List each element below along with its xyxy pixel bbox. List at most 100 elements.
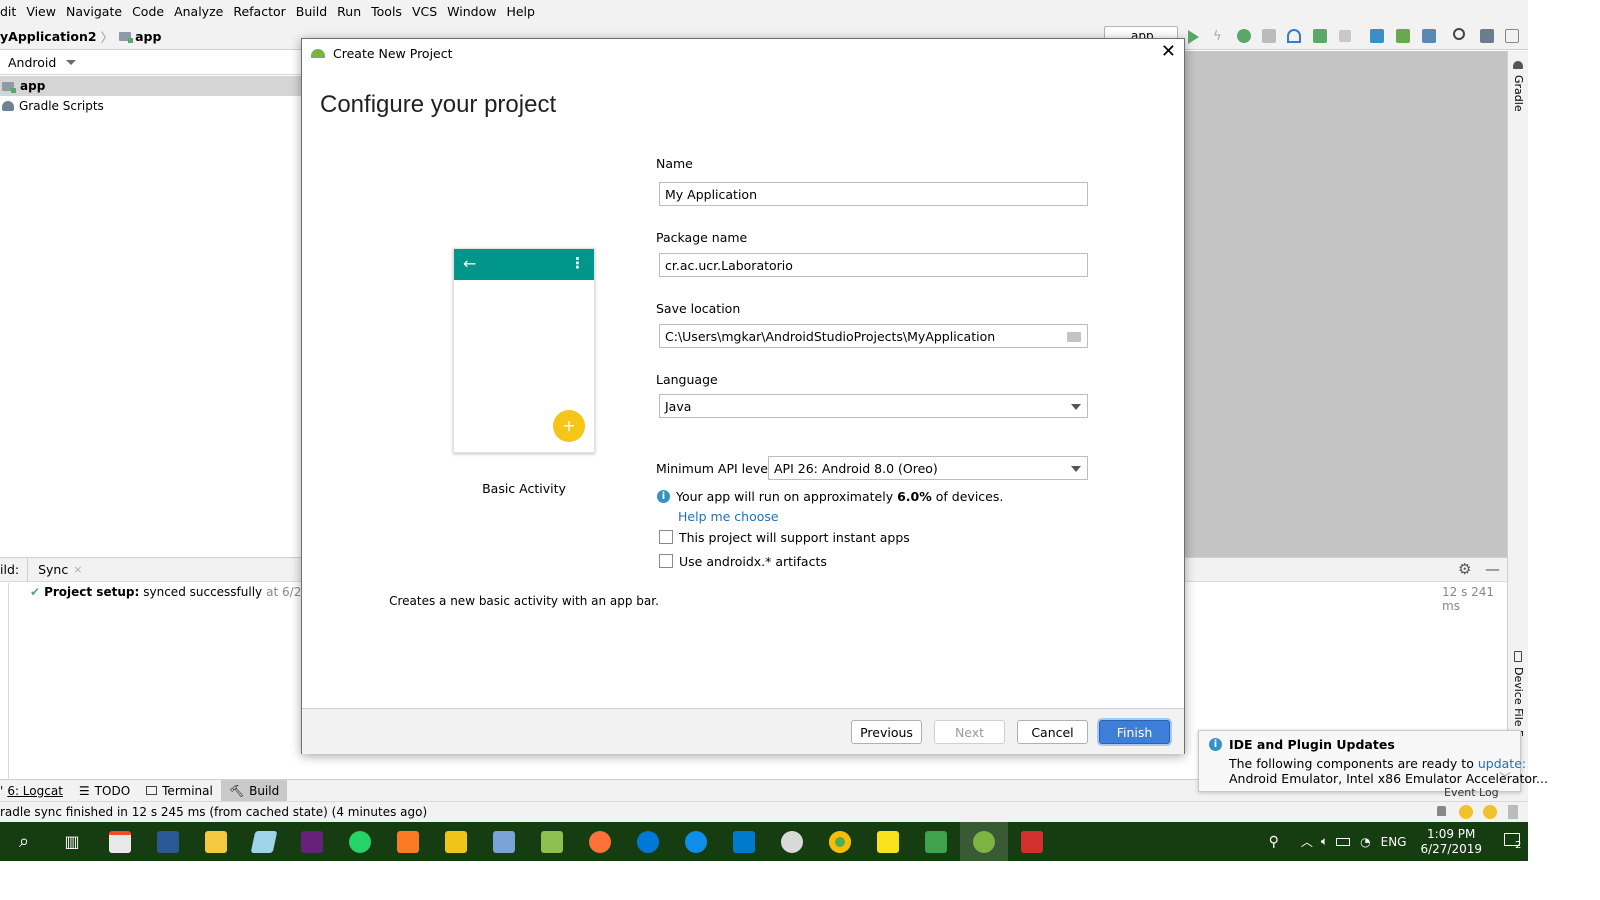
firefox-icon[interactable] [576,822,624,861]
tab-terminal[interactable]: Terminal [138,780,221,802]
smiley-happy-icon[interactable] [1459,805,1473,819]
virtualbox-icon[interactable] [480,822,528,861]
visual-studio-icon[interactable] [288,822,336,861]
settings-gear-icon[interactable]: ⚙ [1458,560,1471,578]
sync-gradle-icon[interactable] [1370,29,1384,43]
folder-browse-icon[interactable] [1067,332,1081,342]
androidx-label: Use androidx.* artifacts [679,554,827,569]
profile-icon[interactable] [1287,29,1301,43]
account-icon[interactable] [1505,29,1519,43]
android-studio-icon[interactable] [960,822,1008,861]
arrow-left-icon: ← [463,254,477,273]
menu-analyze[interactable]: Analyze [169,0,228,24]
menu-refactor[interactable]: Refactor [228,0,290,24]
breadcrumb-module[interactable]: app [135,29,161,44]
task-manager-icon[interactable] [912,822,960,861]
store-app-icon[interactable] [96,822,144,861]
package-name-field[interactable]: cr.ac.ucr.Laboratorio [659,253,1088,277]
close-icon[interactable]: ✕ [1161,43,1176,61]
androidx-option[interactable]: Use androidx.* artifacts [659,554,919,570]
snipping-tool-icon[interactable] [144,822,192,861]
edge-icon[interactable] [624,822,672,861]
save-location-field[interactable]: C:\Users\mgkar\AndroidStudioProjects\MyA… [659,324,1088,348]
people-icon[interactable]: ⚲ [1269,834,1279,850]
xampp-icon[interactable] [384,822,432,861]
build-panel-left-border [8,583,9,779]
debug-icon[interactable] [1237,29,1251,43]
name-field[interactable]: My Application [659,182,1088,206]
file-explorer-icon[interactable] [192,822,240,861]
menu-navigate[interactable]: Navigate [61,0,127,24]
menu-run[interactable]: Run [332,0,366,24]
save-location-label: Save location [656,301,741,316]
package-label: Package name [656,230,748,245]
minimize-icon[interactable]: — [1485,560,1500,578]
clock[interactable]: 1:09 PM 6/27/2019 [1420,827,1482,857]
menu-tools[interactable]: Tools [366,0,407,24]
stop-icon[interactable] [1339,30,1351,42]
smiley-sad-icon[interactable] [1483,805,1497,819]
next-button[interactable]: Next [934,720,1005,744]
notes-app-icon[interactable] [240,822,288,861]
menu-help[interactable]: Help [501,0,540,24]
notepad-plus-icon[interactable] [528,822,576,861]
chevron-up-icon[interactable]: ︿ [1301,833,1313,850]
whatsapp-icon[interactable] [336,822,384,861]
media-app-icon[interactable] [1008,822,1056,861]
tab-logcat[interactable]: ' 6: Logcat [0,780,71,802]
language-select[interactable]: Java [659,394,1088,418]
memory-indicator-icon[interactable] [1508,805,1518,819]
instant-apps-option[interactable]: This project will support instant apps [659,530,919,546]
updates-notification[interactable]: i IDE and Plugin Updates The following c… [1198,730,1548,792]
run-icon[interactable] [1188,30,1199,44]
tree-item-app[interactable]: app [0,76,302,96]
menu-code[interactable]: Code [127,0,169,24]
sticky-notes-icon[interactable] [864,822,912,861]
close-icon[interactable]: × [73,563,82,576]
apply-changes-icon[interactable]: ϟ [1213,29,1222,44]
menu-view[interactable]: View [21,0,61,24]
finish-button[interactable]: Finish [1099,720,1170,744]
instant-apps-checkbox[interactable] [659,530,673,544]
wifi-icon[interactable]: ◔ [1360,835,1370,849]
menu-window[interactable]: Window [442,0,501,24]
volume-icon[interactable]: 🔈︎ [1321,834,1328,849]
androidx-checkbox[interactable] [659,554,673,568]
project-panel: Android app Gradle Scripts [0,51,302,556]
task-view-icon[interactable]: ▥ [48,822,96,861]
dialog-heading: Configure your project [320,91,557,118]
language-indicator[interactable]: ENG [1381,835,1407,849]
avd-manager-icon[interactable] [1396,29,1410,43]
dev-tool-icon[interactable] [432,822,480,861]
menu-edit[interactable]: dit [0,0,21,24]
chrome-icon[interactable] [816,822,864,861]
event-log-button[interactable]: Event Log [1432,786,1499,800]
help-me-choose-link[interactable]: Help me choose [678,509,779,524]
attach-debugger-icon[interactable] [1313,29,1327,43]
project-structure-icon[interactable] [1480,29,1494,43]
tab-sync[interactable]: Sync × [27,557,88,582]
action-center-icon[interactable]: 2 [1500,822,1528,861]
battery-icon[interactable] [1336,837,1351,846]
chevron-down-icon[interactable]: ﹀ [1499,769,1511,786]
device-file-explorer-tab[interactable]: Device File E [1510,651,1526,741]
tab-todo[interactable]: ☰ TODO [71,780,138,802]
lock-icon[interactable] [1437,806,1446,816]
paint-icon[interactable] [768,822,816,861]
start-search-icon[interactable]: ⌕ [0,822,48,861]
project-view-selector[interactable]: Android [0,51,302,75]
gradle-tool-tab[interactable]: Gradle [1510,61,1526,121]
tree-item-gradle-scripts[interactable]: Gradle Scripts [0,96,302,116]
menu-build[interactable]: Build [291,0,332,24]
cancel-button[interactable]: Cancel [1017,720,1088,744]
search-icon[interactable] [1453,28,1465,40]
min-api-select[interactable]: API 26: Android 8.0 (Oreo) [768,456,1088,480]
menu-vcs[interactable]: VCS [407,0,442,24]
previous-button[interactable]: Previous [851,720,922,744]
coverage-icon[interactable] [1262,29,1276,43]
vscode-icon[interactable] [720,822,768,861]
breadcrumb-project[interactable]: yApplication2 [0,29,97,44]
teamviewer-icon[interactable] [672,822,720,861]
tab-build[interactable]: 🔨︎ Build [220,779,288,802]
sdk-manager-icon[interactable] [1422,29,1436,43]
